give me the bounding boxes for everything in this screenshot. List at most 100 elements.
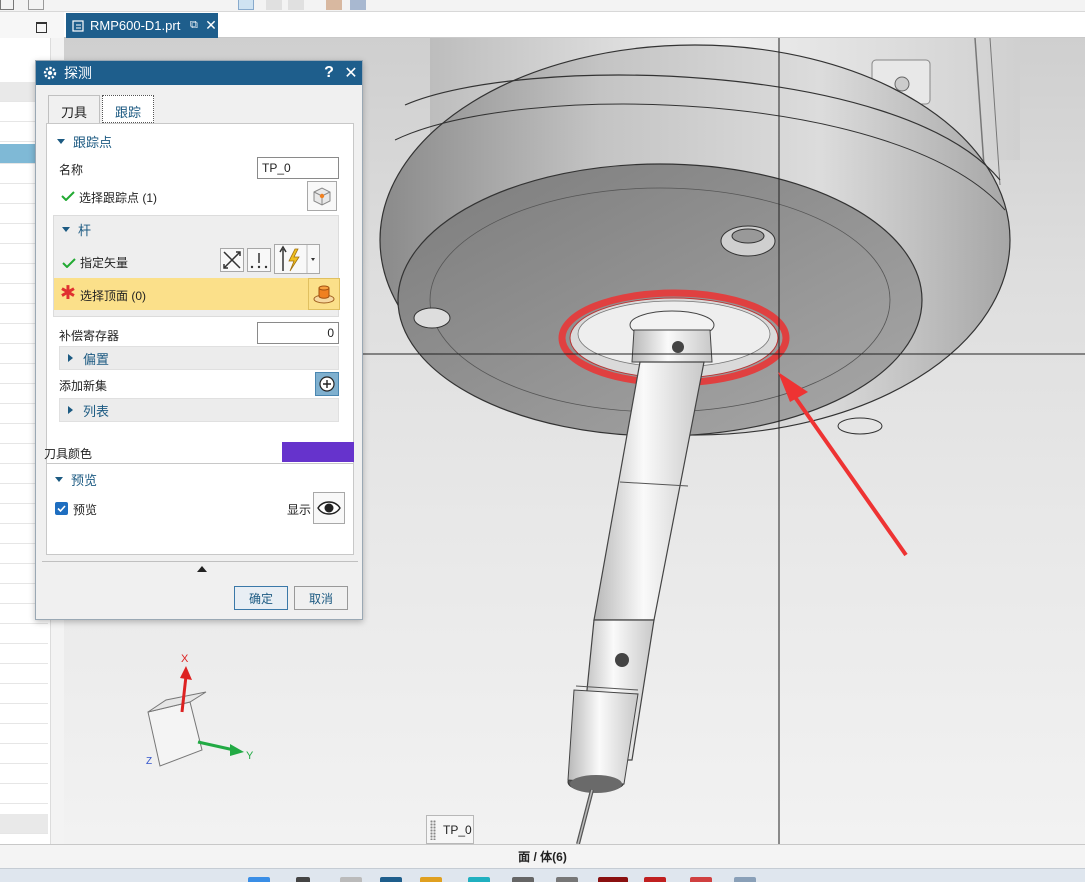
select-point-button[interactable] [307, 181, 337, 211]
file-tab-label: RMP600-D1.prt [90, 18, 181, 33]
dialog-title: 探测 [64, 65, 92, 81]
ok-button[interactable]: 确定 [234, 586, 288, 610]
list-item[interactable] [0, 624, 48, 644]
gear-icon [43, 66, 57, 80]
popout-icon[interactable]: ⧉ [190, 19, 202, 32]
list-item[interactable] [0, 744, 48, 764]
annotation-arrow [788, 388, 908, 557]
status-bar: 面 / 体(6) [0, 844, 1085, 868]
shank-subpanel: 杆 指定矢量 ✱ 选择顶面 (0) [53, 215, 340, 317]
dialog-title-bar[interactable]: 探测 ? ✕ [36, 61, 362, 85]
tool-color-label: 刀具颜色 [44, 447, 93, 461]
drag-grip-icon[interactable] [430, 820, 436, 840]
tab-tool[interactable]: 刀具 [48, 95, 101, 123]
file-tab[interactable]: RMP600-D1.prt ⧉ ✕ [66, 13, 218, 38]
vector-dots-icon [250, 253, 268, 269]
collapse-down-icon [62, 227, 70, 232]
add-new-set-label: 添加新集 [59, 379, 108, 393]
taskbar-app-icon[interactable] [420, 877, 442, 882]
group-title: 列表 [83, 403, 110, 419]
taskbar-app-icon[interactable] [512, 877, 534, 882]
list-item[interactable] [0, 724, 48, 744]
taskbar-app-icon[interactable] [734, 877, 756, 882]
select-top-face-row[interactable]: ✱ 选择顶面 (0) [54, 278, 340, 310]
select-point-label[interactable]: 选择跟踪点 (1) [79, 189, 157, 206]
taskbar-app-icon[interactable] [468, 877, 490, 882]
toolbar-button[interactable] [28, 0, 44, 10]
specify-vector-label[interactable]: 指定矢量 [80, 254, 128, 271]
render-icon[interactable] [350, 0, 366, 10]
group-title: 跟踪点 [73, 135, 113, 150]
axis-y-label: Y [246, 750, 254, 762]
taskbar-app-icon[interactable] [296, 877, 310, 882]
list-item[interactable] [0, 644, 48, 664]
group-header-preview[interactable]: 预览 [55, 470, 97, 489]
preview-checkbox[interactable] [55, 502, 68, 515]
stylus-stem [631, 329, 713, 363]
screw-hole [413, 307, 451, 329]
group-header-tracking-point[interactable]: 跟踪点 [57, 132, 112, 151]
expand-right-icon [68, 354, 73, 362]
view-icon[interactable] [266, 0, 282, 10]
reverse-direction-icon [223, 251, 241, 269]
name-label: 名称 [59, 163, 84, 177]
eye-icon [317, 501, 341, 515]
collapse-up-icon[interactable] [197, 566, 207, 572]
vector-dialog-button[interactable] [247, 248, 271, 272]
add-new-set-button[interactable] [315, 372, 339, 396]
name-field[interactable]: TP_0 [257, 157, 339, 179]
start-icon[interactable] [248, 877, 270, 882]
collapse-down-icon [57, 139, 65, 144]
taskbar-app-icon[interactable] [598, 877, 628, 882]
toolbar-button[interactable] [0, 0, 14, 10]
list-item[interactable] [0, 814, 48, 834]
close-tab-icon[interactable]: ✕ [204, 17, 218, 34]
select-top-face-label: 选择顶面 (0) [80, 289, 147, 303]
checkmark-icon [57, 505, 66, 513]
reverse-vector-button[interactable] [220, 248, 244, 272]
group-title: 杆 [78, 223, 92, 238]
list-item[interactable] [0, 764, 48, 784]
list-item[interactable] [0, 704, 48, 724]
close-dialog-button[interactable]: ✕ [340, 63, 362, 83]
tool-color-swatch[interactable] [282, 442, 354, 462]
tracking-point-tag[interactable]: TP_0 [426, 815, 474, 844]
maximize-icon[interactable] [36, 22, 47, 33]
list-group-header[interactable]: 列表 [59, 398, 339, 422]
coordinate-triad [147, 666, 244, 767]
part-file-icon [72, 19, 84, 32]
show-preview-button[interactable] [313, 492, 345, 524]
toolbar-strip [0, 0, 1085, 12]
offset-group-header[interactable]: 偏置 [59, 346, 339, 370]
axis-x-label: X [181, 653, 189, 665]
tab-tracking[interactable]: 跟踪 [102, 95, 155, 123]
taskbar-app-icon[interactable] [644, 877, 666, 882]
offset-register-label: 补偿寄存器 [59, 329, 120, 343]
view-icon[interactable] [238, 0, 254, 10]
taskbar-app-icon[interactable] [690, 877, 712, 882]
taskbar-app-icon[interactable] [380, 877, 402, 882]
taskbar-app-icon[interactable] [556, 877, 578, 882]
help-button[interactable]: ? [318, 64, 340, 82]
group-header-shank[interactable]: 杆 [62, 220, 91, 239]
show-label: 显示 [287, 503, 312, 517]
taskbar-app-icon[interactable] [340, 877, 362, 882]
inferred-vector-button[interactable] [274, 244, 320, 274]
render-icon[interactable] [326, 0, 342, 10]
preview-checkbox-label: 预览 [73, 503, 98, 517]
select-face-button[interactable] [308, 278, 340, 310]
left-panel-header [0, 12, 64, 38]
view-icon[interactable] [288, 0, 304, 10]
offset-register-field[interactable]: 0 [257, 322, 339, 344]
list-item[interactable] [0, 664, 48, 684]
list-item[interactable] [0, 784, 48, 804]
list-item[interactable] [0, 684, 48, 704]
lightning-vector-icon [279, 245, 315, 273]
check-icon [62, 258, 76, 268]
group-title: 预览 [71, 473, 98, 488]
face-select-icon [313, 285, 335, 304]
status-text: 面 / 体(6) [518, 850, 567, 864]
cancel-button[interactable]: 取消 [294, 586, 348, 610]
point-cube-icon [313, 187, 331, 206]
collapse-down-icon [55, 477, 63, 482]
